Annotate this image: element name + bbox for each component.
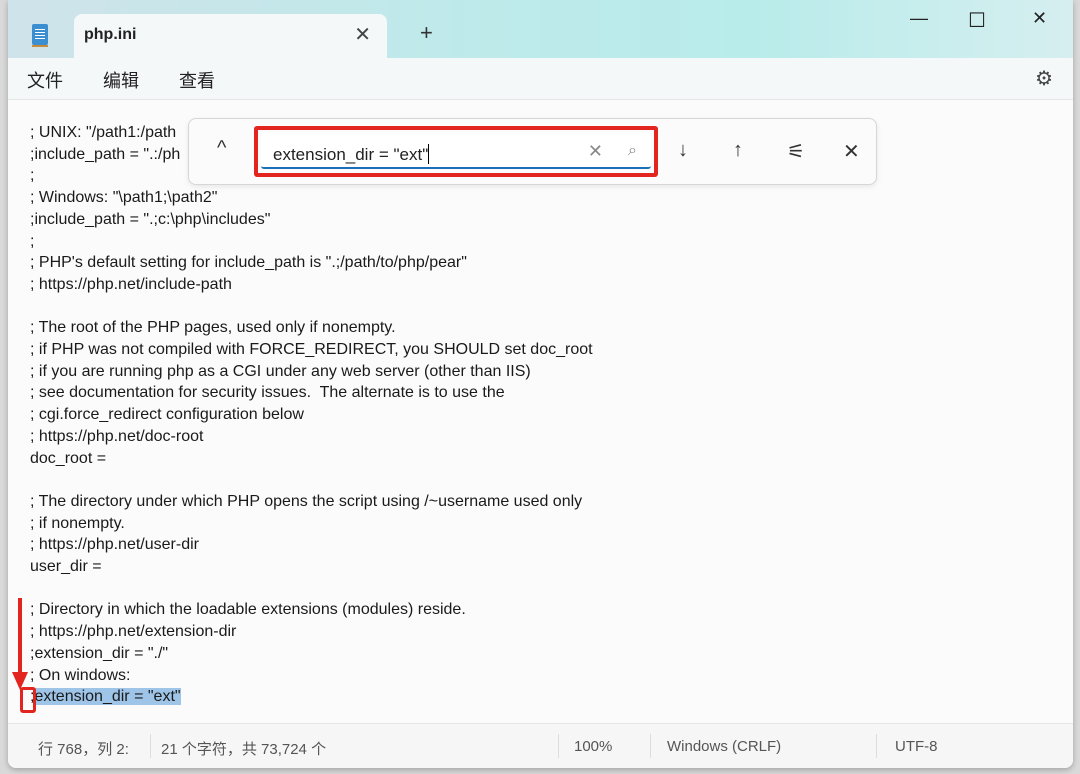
text-line: ; if nonempty. bbox=[30, 514, 125, 532]
text-line: ;include_path = ".;c:\php\includes" bbox=[30, 210, 271, 228]
text-editor[interactable]: ; UNIX: "/path1:/path ;include_path = ".:… bbox=[8, 100, 1073, 723]
text-line: ; PHP's default setting for include_path… bbox=[30, 254, 467, 272]
text-line: ; https://php.net/extension-dir bbox=[30, 623, 237, 641]
text-line: ;extension_dir = "./" bbox=[30, 644, 169, 662]
text-line: ; if PHP was not compiled with FORCE_RED… bbox=[30, 341, 593, 358]
text-line: ; bbox=[30, 167, 35, 185]
text-line: user_dir = bbox=[30, 558, 102, 575]
menu-edit[interactable]: 编辑 bbox=[103, 67, 139, 93]
text-line: ; Windows: "\path1;\path2" bbox=[30, 189, 218, 207]
text-line: ; https://php.net/include-path bbox=[30, 275, 232, 293]
selected-text: extension_dir = "ext" bbox=[34, 688, 181, 706]
text-line: ; The directory under which PHP opens th… bbox=[30, 492, 583, 510]
text-line: ; The root of the PHP pages, used only i… bbox=[30, 319, 396, 337]
menu-bar: 文件 编辑 查看 ⚙ bbox=[8, 58, 1073, 100]
text-line: ; bbox=[30, 232, 35, 250]
title-bar: php.ini ✕ + — ☐ ✕ bbox=[8, 0, 1073, 60]
text-line: ; https://php.net/doc-root bbox=[30, 427, 204, 445]
maximize-button[interactable]: ☐ bbox=[968, 8, 986, 33]
search-icon[interactable]: ⌕ bbox=[628, 142, 637, 160]
text-line: ; see documentation for security issues.… bbox=[30, 384, 505, 402]
line-ending: Windows (CRLF) bbox=[667, 738, 782, 755]
tab-php-ini[interactable]: php.ini ✕ bbox=[74, 14, 387, 60]
menu-view[interactable]: 查看 bbox=[179, 67, 215, 93]
settings-gear-icon[interactable]: ⚙ bbox=[1035, 66, 1053, 91]
encoding: UTF-8 bbox=[895, 738, 938, 755]
close-window-button[interactable]: ✕ bbox=[1032, 8, 1047, 29]
selected-text-line: ;extension_dir = "ext" bbox=[30, 686, 181, 708]
zoom-level: 100% bbox=[574, 738, 613, 755]
notepad-window: php.ini ✕ + — ☐ ✕ 文件 编辑 查看 ⚙ ; UNIX: "/p… bbox=[8, 0, 1073, 768]
status-bar: 行 768，列 2: 21 个字符，共 73,724 个 100% Window… bbox=[8, 723, 1073, 768]
find-previous-arrow-up-icon[interactable]: ↑ bbox=[733, 139, 743, 162]
char-count: 21 个字符，共 73,724 个 bbox=[161, 741, 327, 758]
tab-close-icon[interactable]: ✕ bbox=[354, 22, 371, 47]
find-options-icon[interactable]: ⚟ bbox=[787, 139, 805, 164]
menu-file[interactable]: 文件 bbox=[27, 67, 63, 93]
cursor-position: 行 768，列 2: bbox=[38, 741, 129, 758]
text-line: ; if you are running php as a CGI under … bbox=[30, 362, 531, 380]
collapse-chevron-up-icon[interactable]: ^ bbox=[217, 137, 226, 160]
notepad-app-icon bbox=[32, 24, 48, 47]
text-line: ; https://php.net/user-dir bbox=[30, 536, 199, 554]
find-input[interactable]: extension_dir = "ext" ✕ ⌕ bbox=[261, 133, 651, 169]
new-tab-button[interactable]: + bbox=[420, 20, 433, 46]
annotation-arrow bbox=[18, 598, 22, 678]
text-line: ; cgi.force_redirect configuration below bbox=[30, 406, 304, 424]
find-next-arrow-down-icon[interactable]: ↓ bbox=[678, 139, 688, 162]
tab-title: php.ini bbox=[84, 26, 137, 43]
minimize-button[interactable]: — bbox=[910, 8, 928, 29]
find-close-icon[interactable]: ✕ bbox=[843, 139, 860, 164]
text-line: ; UNIX: "/path1:/path bbox=[30, 124, 177, 141]
text-line: ;include_path = ".:/ph bbox=[30, 145, 181, 163]
text-line: ; Directory in which the loadable extens… bbox=[30, 601, 466, 619]
annotation-highlight-box bbox=[20, 687, 36, 713]
find-bar: ^ extension_dir = "ext" ✕ ⌕ ↓ ↑ ⚟ ✕ bbox=[188, 118, 877, 185]
find-input-value: extension_dir = "ext" bbox=[273, 145, 429, 164]
text-line: ; On windows: bbox=[30, 666, 131, 684]
find-input-highlight: extension_dir = "ext" ✕ ⌕ bbox=[254, 126, 658, 177]
text-line: doc_root = bbox=[30, 449, 107, 467]
clear-icon[interactable]: ✕ bbox=[588, 141, 603, 162]
